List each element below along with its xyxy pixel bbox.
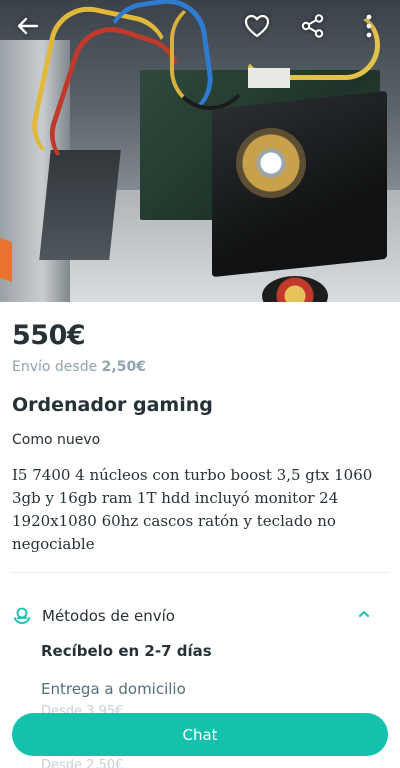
shipping-price: 2,50€ xyxy=(101,359,146,375)
more-options-button[interactable] xyxy=(353,10,385,42)
product-condition: Como nuevo xyxy=(12,432,101,448)
photo-orange-part xyxy=(0,237,12,283)
chevron-up-icon[interactable] xyxy=(358,608,370,620)
price: 550€ xyxy=(12,320,86,351)
product-photo[interactable] xyxy=(0,0,400,302)
delivery-window: Recíbelo en 2-7 días xyxy=(41,642,212,660)
delivery-icon xyxy=(14,607,30,624)
next-shipping-option-price: Desde 2,50€ xyxy=(41,758,124,768)
share-icon xyxy=(301,14,324,38)
favorite-button[interactable] xyxy=(241,10,273,42)
photo-fan xyxy=(236,128,306,198)
shipping-prefix: Envío desde xyxy=(12,359,98,375)
shipping-methods-header[interactable]: Métodos de envío xyxy=(12,603,388,629)
photo-label xyxy=(248,68,290,88)
more-vertical-icon xyxy=(366,14,372,38)
heart-icon xyxy=(244,14,270,38)
back-button[interactable] xyxy=(12,10,44,42)
chat-button[interactable]: Chat xyxy=(12,713,388,756)
product-title: Ordenador gaming xyxy=(12,394,213,416)
product-description: I5 7400 4 núcleos con turbo boost 3,5 gt… xyxy=(12,466,373,553)
shipping-methods-label: Métodos de envío xyxy=(42,607,175,625)
arrow-left-icon xyxy=(17,17,39,35)
photo-cooler xyxy=(212,90,387,278)
section-divider xyxy=(12,572,388,573)
shipping-cost: Envío desde 2,50€ xyxy=(12,359,146,375)
share-button[interactable] xyxy=(297,10,329,42)
photo-wire xyxy=(170,0,250,110)
home-delivery-option[interactable]: Entrega a domicilio xyxy=(41,680,186,698)
